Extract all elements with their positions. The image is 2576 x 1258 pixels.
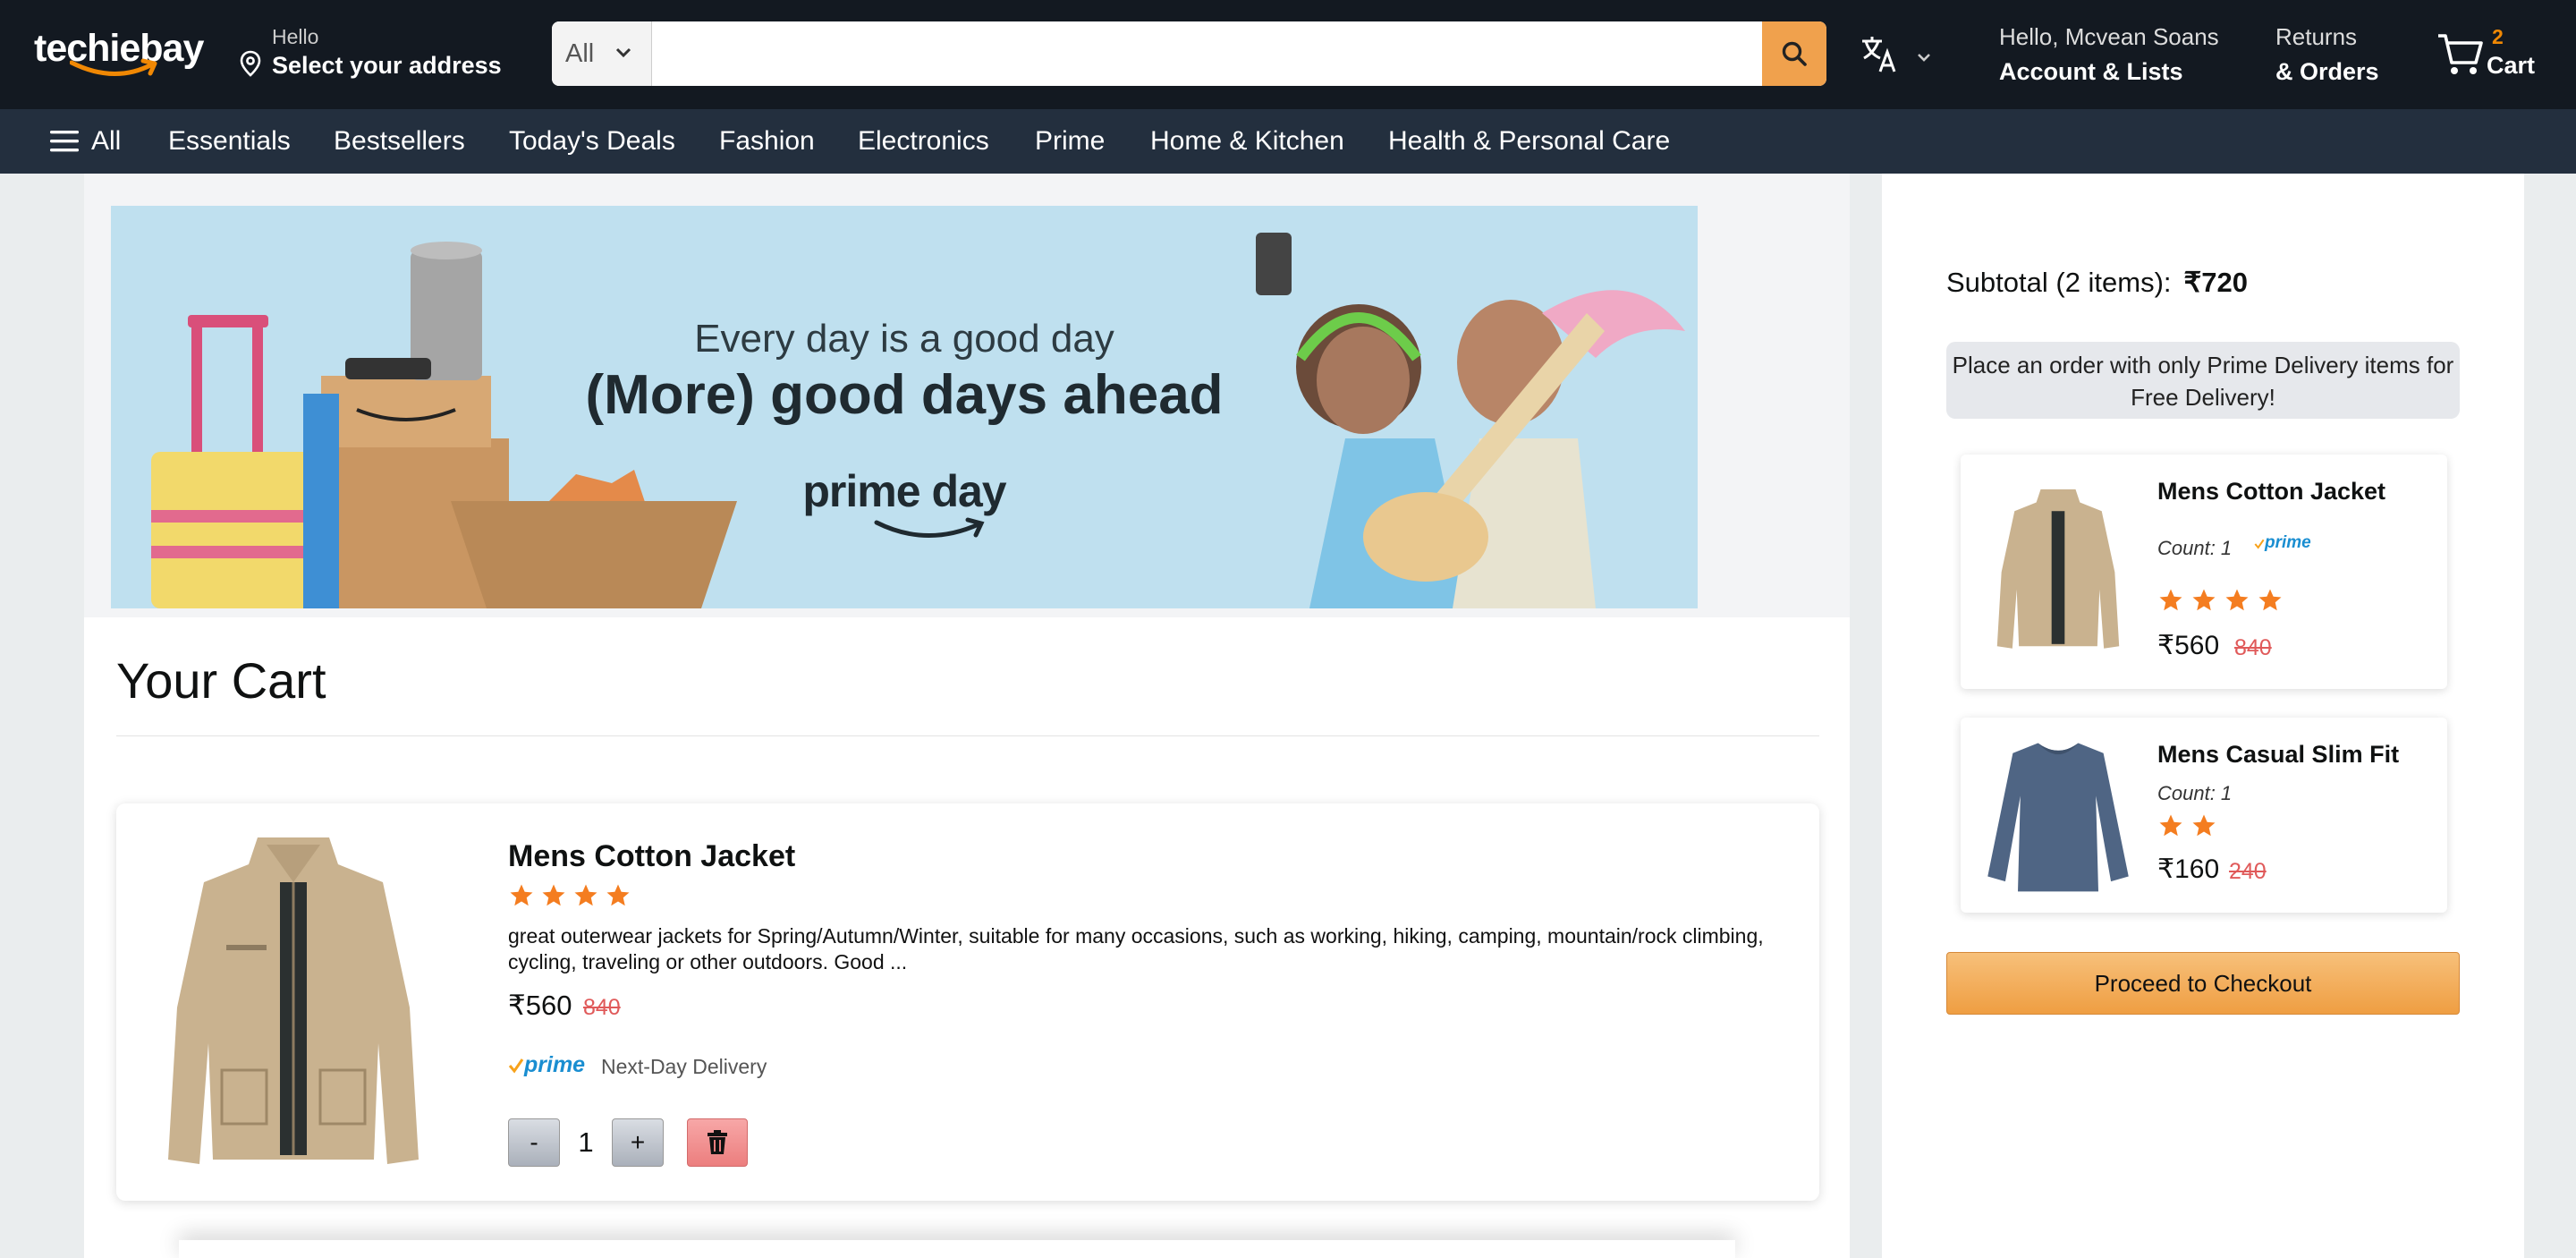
star-icon [510,884,533,906]
search-category-value: All [565,39,595,68]
nav-item-home-kitchen[interactable]: Home & Kitchen [1150,109,1344,174]
summary-item-name[interactable]: Mens Casual Slim Fit [2157,741,2399,769]
rating-stars [508,882,631,909]
quantity-increase-button[interactable]: + [612,1118,664,1167]
cart-icon [2438,34,2483,74]
nav-item-todays-deals[interactable]: Today's Deals [509,109,675,174]
summary-item-card: Mens Casual Slim Fit Count: 1 ₹160 240 [1961,718,2447,913]
trash-icon [708,1130,727,1154]
nav-all-menu[interactable]: All [50,109,121,174]
banner-prime-day-logo: prime day [802,466,1006,516]
returns-label: Returns [2275,23,2358,50]
summary-product-image-shirt[interactable] [1982,735,2134,897]
star-icon [2192,814,2216,837]
nav-item-bestsellers[interactable]: Bestsellers [334,109,465,174]
summary-item-name[interactable]: Mens Cotton Jacket [2157,478,2385,506]
nav-bar: All Essentials Bestsellers Today's Deals… [0,109,2576,174]
star-icon [2258,589,2282,611]
star-icon [606,884,630,906]
prime-delivery-notice: Place an order with only Prime Delivery … [1946,342,2460,419]
nav-item-health-personal-care[interactable]: Health & Personal Care [1388,109,1670,174]
address-select-label: Select your address [272,52,502,79]
divider [116,735,1819,736]
banner-smile-icon [874,517,985,538]
location-pin-icon [240,50,261,77]
next-card-edge [179,1240,1735,1258]
translate-icon [1862,37,1896,72]
rating-stars [2157,812,2217,839]
search-category-select[interactable]: All [552,21,652,86]
account-menu[interactable]: Hello, Mcvean Soans Account & Lists [1999,23,2219,86]
rating-stars [2157,587,2284,614]
summary-item-original-price: 840 [2234,635,2272,660]
summary-item-count: Count: 1 [2157,537,2233,559]
subtotal-label: Subtotal (2 items): [1946,267,2172,298]
account-lists-label: Account & Lists [1999,58,2183,85]
summary-item-original-price: 240 [2229,859,2267,884]
delivery-info: Next-Day Delivery [601,1055,767,1078]
returns-orders-link[interactable]: Returns & Orders [2275,23,2379,86]
language-selector[interactable] [1860,34,1930,78]
product-price: ₹560 [508,990,572,1021]
prime-day-banner[interactable]: Every day is a good day (More) good days… [111,206,1698,608]
quantity-stepper: - 1 + [508,1118,748,1167]
delete-item-button[interactable] [687,1118,748,1167]
address-hello: Hello [272,25,319,48]
star-icon [574,884,597,906]
top-header: techiebay Hello Select your address All [0,0,2576,109]
summary-item-card: Mens Cotton Jacket Count: 1 prime ₹560 8… [1961,455,2447,689]
account-greeting: Hello, Mcvean Soans [1999,23,2219,50]
quantity-decrease-button[interactable]: - [508,1118,560,1167]
prime-label: prime [524,1052,586,1077]
search-button[interactable] [1762,21,1826,86]
nav-item-electronics[interactable]: Electronics [858,109,989,174]
logo-smile-icon [70,58,157,76]
summary-item-price: ₹560 [2157,631,2220,660]
quantity-value: 1 [578,1126,594,1158]
subtotal-line: Subtotal (2 items): ₹720 [1946,267,2248,299]
summary-item-count: Count: 1 [2157,782,2233,804]
product-original-price: 840 [583,995,621,1020]
nav-all-label: All [91,126,122,156]
prime-check-icon [2254,539,2265,549]
banner-line-2: (More) good days ahead [585,364,1224,426]
nav-item-fashion[interactable]: Fashion [719,109,815,174]
cart-label: Cart [2487,52,2536,79]
search-input[interactable] [652,21,1761,86]
nav-item-essentials[interactable]: Essentials [168,109,291,174]
product-name[interactable]: Mens Cotton Jacket [508,839,795,874]
prime-check-icon [508,1058,524,1074]
order-summary-panel [1882,174,2524,1258]
orders-label: & Orders [2275,58,2379,85]
search-bar: All [552,21,1826,86]
star-icon [2225,589,2249,611]
star-icon [2192,589,2216,611]
cart-count-badge: 2 [2492,25,2504,48]
star-icon [542,884,565,906]
star-icon [2159,814,2182,837]
nav-item-prime[interactable]: Prime [1035,109,1105,174]
cart-item-card: Mens Cotton Jacket great outerwear jacke… [116,803,1819,1201]
star-icon [2159,589,2182,611]
chevron-down-icon [615,47,631,58]
subtotal-value: ₹720 [2183,267,2248,298]
search-icon [1782,41,1807,66]
page-title: Your Cart [116,652,326,709]
hamburger-menu-icon [50,131,79,152]
summary-item-price: ₹160 [2157,854,2220,884]
product-image-jacket[interactable] [159,829,428,1177]
chevron-down-icon [1918,54,1930,62]
banner-line-1: Every day is a good day [694,317,1114,361]
summary-product-image-jacket[interactable] [1982,485,2134,655]
product-description: great outerwear jackets for Spring/Autum… [508,924,1764,973]
prime-label: prime [2265,533,2311,552]
proceed-to-checkout-button[interactable]: Proceed to Checkout [1946,952,2460,1015]
